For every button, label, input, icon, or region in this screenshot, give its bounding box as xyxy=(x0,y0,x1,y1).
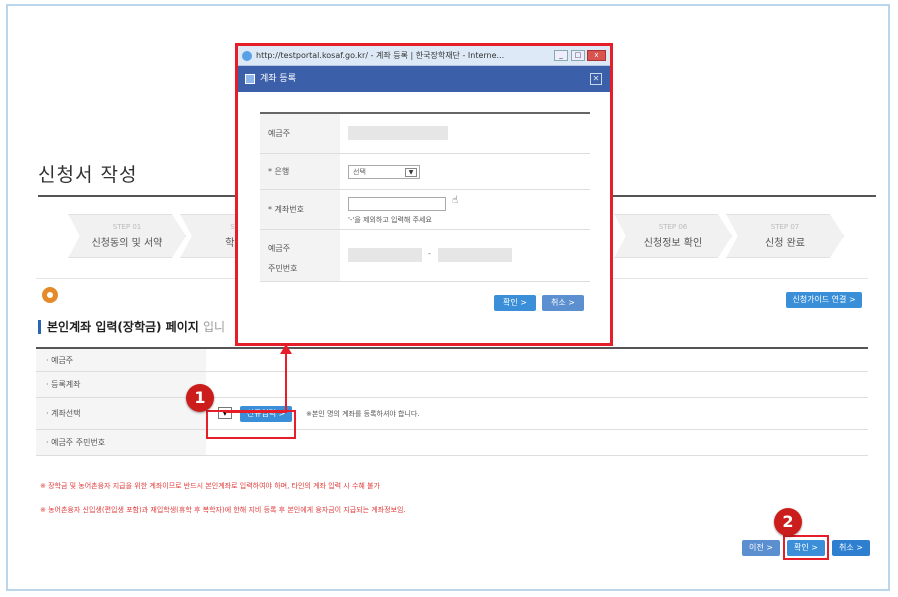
popup-label-bank: * 은행 xyxy=(260,154,340,189)
ssn-front-field xyxy=(348,248,422,262)
guide-link-button[interactable]: 신청가이드 연결 > xyxy=(786,292,862,308)
step-badge-1: 1 xyxy=(186,384,214,412)
account-number-input[interactable] xyxy=(348,197,446,211)
popup-window-title: http://testportal.kosaf.go.kr/ - 계좌 등록 |… xyxy=(256,51,505,60)
step-7-number: STEP 07 xyxy=(770,223,800,231)
highlight-confirm xyxy=(783,535,829,560)
arrow-up-icon xyxy=(278,344,292,413)
ssn-dash: - xyxy=(428,249,431,258)
chevron-down-icon: ▼ xyxy=(405,168,417,177)
popup-header-title: 계좌 등록 xyxy=(260,74,296,84)
step-6: STEP 06 신청정보 확인 xyxy=(614,214,732,258)
step-1-number: STEP 01 xyxy=(112,223,142,231)
step-6-number: STEP 06 xyxy=(658,223,688,231)
popup-row-account: * 계좌번호 ☝ '-'을 제외하고 입력해 주세요 xyxy=(260,190,590,230)
bank-select[interactable]: 선택 ▼ xyxy=(348,165,420,179)
highlight-new-input xyxy=(206,410,296,439)
cancel-button[interactable]: 취소 > xyxy=(832,540,870,556)
minimize-icon[interactable]: _ xyxy=(554,50,568,61)
notice-2: ※ 농어촌융자 신입생(편입생 포함)과 재입학생(휴학 후 복학자)에 한해 … xyxy=(40,506,406,514)
step-7: STEP 07 신청 완료 xyxy=(726,214,844,258)
section-badge-icon xyxy=(42,287,58,303)
form-row-holder: · 예금주 xyxy=(36,349,868,372)
account-form-table: · 예금주 · 등록계좌 · 계좌선택 ▼ 신규입력 > ※본인 명의 계좌를 … xyxy=(36,347,868,456)
step-1-label: 신청동의 및 서약 xyxy=(91,238,163,249)
step-badge-2: 2 xyxy=(774,508,802,536)
prev-button[interactable]: 이전 > xyxy=(742,540,780,556)
popup-window-titlebar: http://testportal.kosaf.go.kr/ - 계좌 등록 |… xyxy=(238,46,610,66)
popup-cancel-button[interactable]: 취소 > xyxy=(542,295,584,311)
account-notice: ※본인 명의 계좌를 등록하셔야 합니다. xyxy=(306,410,420,418)
page-title: 신청서 작성 xyxy=(38,164,138,186)
popup-row-holder: 예금주 xyxy=(260,114,590,154)
form-label-registered: · 등록계좌 xyxy=(36,372,206,397)
section-title-text: 본인계좌 입력(장학금) 페이지 xyxy=(47,320,199,334)
form-row-holder-ssn: · 예금주 주민번호 xyxy=(36,430,868,456)
section-title: 본인계좌 입력(장학금) 페이지 입니 xyxy=(38,320,225,334)
browser-icon xyxy=(242,51,252,61)
account-register-popup: http://testportal.kosaf.go.kr/ - 계좌 등록 |… xyxy=(235,43,613,346)
popup-confirm-button[interactable]: 확인 > xyxy=(494,295,536,311)
arrow-connector xyxy=(225,411,287,413)
section-title-suffix: 입니 xyxy=(203,320,226,334)
form-label-account-select: · 계좌선택 xyxy=(36,398,206,429)
step-1: STEP 01 신청동의 및 서약 xyxy=(68,214,186,258)
form-label-holder: · 예금주 xyxy=(36,349,206,371)
form-label-holder-ssn: · 예금주 주민번호 xyxy=(36,430,206,455)
ssn-back-field xyxy=(438,248,512,262)
holder-name-field xyxy=(348,126,448,140)
bank-select-value: 선택 xyxy=(353,168,366,176)
account-number-hint: '-'을 제외하고 입력해 주세요 xyxy=(348,216,432,224)
step-7-label: 신청 완료 xyxy=(765,238,805,249)
popup-row-bank: * 은행 선택 ▼ xyxy=(260,154,590,190)
notice-1: ※ 장학금 및 농어촌융자 지급을 위한 계좌이므로 반드시 본인계좌로 입력하… xyxy=(40,482,380,490)
popup-row-ssn: 예금주 주민번호 - xyxy=(260,230,590,282)
popup-header: 계좌 등록 ✕ xyxy=(238,66,610,92)
close-icon[interactable]: x xyxy=(587,50,606,61)
popup-label-ssn-line1: 예금주 xyxy=(268,244,291,253)
form-row-account-select: · 계좌선택 ▼ 신규입력 > ※본인 명의 계좌를 등록하셔야 합니다. xyxy=(36,398,868,430)
popup-label-ssn: 예금주 주민번호 xyxy=(260,230,340,281)
form-row-registered: · 등록계좌 xyxy=(36,372,868,398)
cursor-hand-icon: ☝ xyxy=(452,195,459,206)
maximize-icon[interactable]: □ xyxy=(571,50,585,61)
popup-header-icon xyxy=(245,74,255,84)
popup-label-ssn-line2: 주민번호 xyxy=(268,264,298,273)
popup-close-icon[interactable]: ✕ xyxy=(590,73,602,85)
popup-form-table: 예금주 * 은행 선택 ▼ * 계좌번호 ☝ '-'을 제외하고 입력해 주세요… xyxy=(260,112,590,282)
popup-label-holder: 예금주 xyxy=(260,114,340,153)
step-6-label: 신청정보 확인 xyxy=(643,238,703,249)
popup-label-account: * 계좌번호 xyxy=(260,190,340,229)
